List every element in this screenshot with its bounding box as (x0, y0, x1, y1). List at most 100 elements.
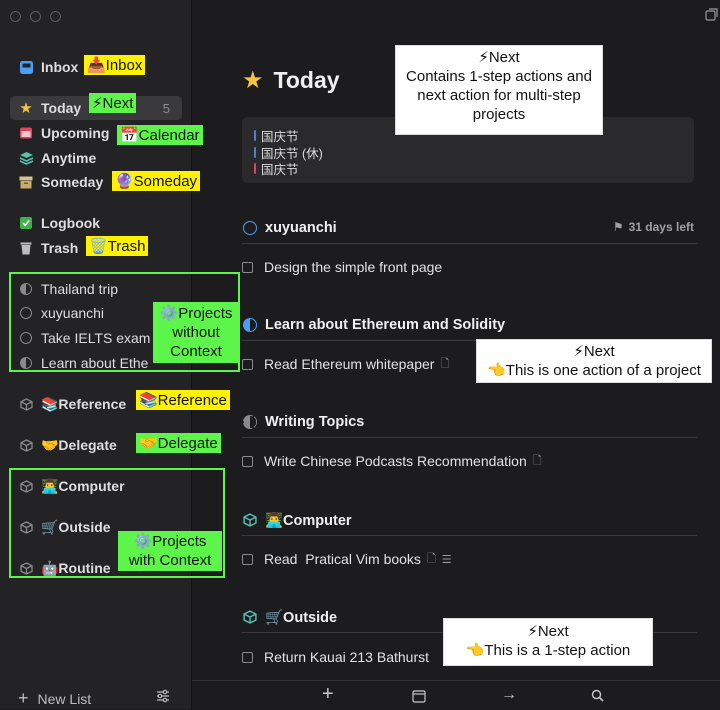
deadline-label: ⚑ 31 days left (613, 220, 694, 234)
sidebar-item-label: Someday (41, 174, 104, 190)
area-heading-computer[interactable]: 👨‍💻Computer (242, 510, 352, 530)
move-arrow-icon[interactable]: → (501, 686, 517, 704)
annotation-line: Context (170, 343, 222, 360)
sidebar-item-label: Logbook (41, 215, 101, 231)
calendar-icon[interactable] (412, 689, 426, 708)
task-title: Read Pratical Vim books (264, 551, 421, 567)
project-progress-icon (242, 415, 258, 429)
add-task-icon[interactable]: + (322, 683, 334, 706)
event-color-bar (254, 147, 256, 158)
task-title: Design the simple front page (264, 259, 443, 275)
area-cube-icon (18, 437, 34, 453)
annotation-line: projects (472, 106, 526, 123)
task-title: Return Kauai 213 Bathurst (264, 649, 429, 665)
annotation-next-single-action: ⚡Next 👈This is a 1-step action (443, 618, 653, 666)
annotation-projects-no-context: ⚙️Projects without Context (153, 302, 239, 363)
area-cube-icon (18, 396, 34, 412)
zoom-window-button[interactable] (50, 11, 61, 22)
new-window-icon[interactable] (705, 8, 718, 24)
annotation-next-project-action: ⚡Next 👈This is one action of a project (476, 339, 712, 383)
task-checkbox[interactable] (242, 455, 253, 467)
project-heading-xuyuanchi[interactable]: xuyuanchi (242, 218, 337, 238)
bottom-toolbar (192, 680, 720, 710)
annotation-line: without (172, 324, 220, 341)
area-label: 🤝Delegate (41, 436, 117, 453)
project-progress-icon (242, 318, 258, 332)
project-heading-writing[interactable]: Writing Topics (242, 412, 364, 432)
flag-icon: ⚑ (612, 220, 624, 234)
star-icon: ★ (19, 100, 33, 117)
note-icon: 🗋 (532, 454, 542, 467)
annotation-line: ⚙️Projects (159, 305, 233, 322)
project-heading-ethereum[interactable]: Learn about Ethereum and Solidity (242, 315, 505, 335)
task-row[interactable]: Write Chinese Podcasts Recommendation 🗋 (242, 451, 542, 471)
annotation-line: Contains 1-step actions and (406, 68, 592, 85)
sidebar-item-label: Anytime (41, 150, 97, 166)
divider (242, 535, 697, 536)
task-checkbox[interactable] (242, 553, 253, 565)
heading-label: Learn about Ethereum and Solidity (265, 317, 506, 333)
annotation-next-today: ⚡Next Contains 1-step actions and next a… (395, 45, 603, 135)
search-icon[interactable] (591, 689, 604, 707)
task-row[interactable]: Return Kauai 213 Bathurst (242, 647, 429, 667)
task-checkbox[interactable] (242, 651, 253, 663)
today-count: 5 (162, 100, 170, 116)
event-label: 国庆节 (261, 163, 299, 177)
plus-icon: + (18, 688, 29, 708)
layers-icon (18, 150, 34, 166)
filter-settings-icon[interactable] (156, 689, 170, 706)
annotation-trash: 🗑️Trash (86, 236, 149, 256)
page-title-text: Today (273, 67, 340, 93)
sidebar-item-label: Inbox (41, 59, 79, 75)
annotation-calendar: 📅Calendar (117, 125, 203, 145)
annotation-line: next action for multi-step (417, 87, 581, 104)
heading-label: xuyuanchi (265, 220, 337, 236)
annotation-someday: 🔮Someday (112, 171, 201, 191)
sidebar-item-logbook[interactable]: Logbook (10, 211, 182, 235)
annotation-projects-with-context: ⚙️Projects with Context (118, 531, 222, 571)
annotation-line: ⚡Next (478, 49, 520, 66)
heading-label: Writing Topics (265, 414, 365, 430)
heading-label: 👨‍💻Computer (265, 512, 352, 529)
note-icon: 🗋 (426, 552, 436, 565)
sidebar-item-anytime[interactable]: Anytime (10, 146, 182, 170)
task-checkbox[interactable] (242, 261, 253, 273)
close-window-button[interactable] (10, 11, 21, 22)
annotation-line: ⚡Next (527, 623, 569, 640)
task-row[interactable]: Read Pratical Vim books 🗋 ☰ (242, 549, 452, 569)
calendar-icon (18, 125, 34, 141)
deadline-text: 31 days left (628, 220, 694, 234)
trash-icon (18, 240, 34, 256)
archive-box-icon (18, 174, 34, 190)
event-color-bar (254, 163, 256, 174)
annotation-inbox: 📥Inbox (84, 55, 146, 75)
annotation-line: with Context (128, 552, 212, 569)
annotation-line: 👈This is one action of a project (487, 362, 701, 379)
calendar-event[interactable]: 国庆节 (254, 159, 299, 178)
annotation-delegate: 🤝Delegate (136, 433, 221, 453)
area-label: 📚Reference (41, 395, 127, 412)
area-cube-icon (242, 610, 258, 624)
annotation-line: ⚙️Projects (133, 533, 207, 550)
annotation-next: ⚡Next (89, 93, 137, 113)
task-title: Write Chinese Podcasts Recommendation (264, 453, 527, 469)
task-row[interactable]: Design the simple front page (242, 257, 442, 277)
task-checkbox[interactable] (242, 358, 253, 370)
annotation-reference: 📚Reference (136, 390, 230, 410)
sidebar-item-label: Upcoming (41, 125, 110, 141)
heading-label: 🛒Outside (265, 609, 338, 626)
divider (242, 243, 697, 244)
project-progress-icon (242, 221, 258, 235)
annotation-line: 👈This is a 1-step action (465, 642, 631, 659)
note-icon: 🗋 (440, 357, 450, 370)
divider (242, 437, 697, 438)
minimize-window-button[interactable] (30, 11, 41, 22)
event-color-bar (254, 130, 256, 141)
area-heading-outside[interactable]: 🛒Outside (242, 607, 337, 627)
area-cube-icon (242, 513, 258, 527)
new-list-button[interactable]: + New List (18, 688, 91, 709)
task-row[interactable]: Read Ethereum whitepaper 🗋 (242, 354, 449, 374)
checklist-icon: ☰ (441, 553, 452, 566)
page-title: ★ Today (242, 66, 340, 95)
task-title: Read Ethereum whitepaper (264, 356, 435, 372)
